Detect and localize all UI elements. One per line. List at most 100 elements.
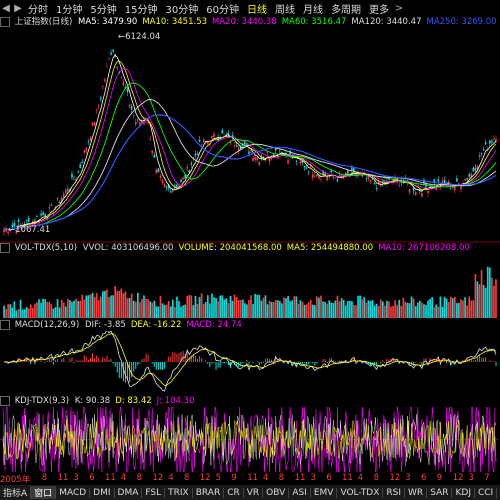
volume-bar [478,284,481,318]
toolbar-item-5[interactable]: 60分钟 [202,1,243,16]
volume-legend: VOL-TDX(5,10) VVOL: 403106496.00 VOLUME: … [0,242,500,254]
volume-bar [106,289,108,318]
candle-body [408,189,411,193]
indicator-tab-17[interactable]: KDJ [452,487,475,498]
volume-bar [359,295,361,318]
indicator-tab-14[interactable]: RSI [383,487,406,498]
volume-bar [394,300,396,318]
candle-body [180,179,182,182]
candle-body [93,122,96,126]
volume-chart[interactable] [0,254,500,318]
date-axis: 2005年 8 11 3 6 11 4 8 12 4 8 12 5 9 11 4 8 11 3 6 11 4 8 12 3 6 9 1… [0,473,500,485]
kdj-legend-item-2: J: 104.30 [156,396,195,406]
toolbar-right-arrow-icon[interactable]: ▶ [12,3,24,14]
toolbar-item-6[interactable]: 日线 [243,1,271,16]
volume-bar [421,302,423,318]
volume-bar [456,303,458,318]
volume-bar [491,277,493,318]
kdj-panel-menu-icon[interactable] [0,395,10,406]
toolbar-more-arrow-icon[interactable]: > [393,3,405,14]
candle-body [99,97,102,100]
candle-body [198,139,201,142]
macd-panel-menu-icon[interactable] [0,319,10,330]
candle-body [48,207,51,209]
volume-bar [258,294,261,318]
indicator-tab-bar: 指标A 窗口 MACD DMI DMA FSL TRIX BRAR CR VR OBV ASI EMV V… [0,485,500,500]
volume-bar [250,295,252,318]
high-price-annotation: ←6124.04 [118,32,160,42]
candle-body [137,119,139,121]
indicator-tab-2[interactable]: MACD [56,487,91,498]
toolbar-item-2[interactable]: 5分钟 [86,1,120,16]
candle-body [17,220,20,222]
candle-body [87,141,90,142]
volume-bar [291,300,294,318]
indicator-tab-3[interactable]: DMI [90,487,115,498]
indicator-tab-12[interactable]: EMV [311,487,338,498]
volume-legend-item-1: VOLUME: 204041568.00 [178,243,282,253]
volume-bar [15,310,18,318]
macd-chart[interactable] [0,331,500,393]
moving-average-line [3,54,497,231]
candle-body [116,66,119,69]
volume-bar [42,298,44,318]
volume-bar [355,305,357,318]
indicator-tab-9[interactable]: VR [244,487,264,498]
toolbar-item-10[interactable]: 更多 [365,1,393,16]
kdj-chart[interactable] [0,407,500,472]
indicator-tab-10[interactable]: OBV [263,487,290,498]
indicator-tab-18[interactable]: CCI [475,487,498,498]
toolbar-item-1[interactable]: 1分钟 [52,1,86,16]
candle-body [480,153,483,155]
candle-body [40,213,42,216]
price-chart[interactable]: ←6124.04 ←1067.41 [0,28,500,241]
volume-bar [281,303,283,318]
candle-body [120,77,123,78]
toolbar-item-3[interactable]: 15分钟 [121,1,162,16]
price-panel-menu-icon[interactable] [0,16,10,27]
toolbar-item-4[interactable]: 30分钟 [161,1,202,16]
volume-bar [287,296,289,318]
candle-body [110,52,112,55]
volume-bar [427,300,429,318]
moving-average-line [3,67,497,231]
price-legend: 上证指数(日线) MA5: 3479.90 MA10: 3451.53 MA20: … [0,16,500,28]
date-label: 9 [231,473,237,483]
indicator-tab-4[interactable]: DMA [115,487,143,498]
indicator-tab-15[interactable]: WR [405,487,428,498]
volume-bar [453,297,456,318]
volume-bar [157,306,160,318]
indicator-tab-13[interactable]: VOL-TDX [337,487,384,498]
indicator-tab-7[interactable]: BRAR [193,487,225,498]
volume-bar [338,301,341,318]
date-label: 6 [89,473,95,483]
indicator-tab-11[interactable]: ASI [289,487,311,498]
candle-body [398,185,401,186]
indicator-tab-5[interactable]: FSL [142,487,166,498]
indicator-tab-8[interactable]: CR [224,487,244,498]
date-label: 11 [342,473,353,483]
volume-bar [229,295,232,318]
candle-body [149,139,151,141]
volume-bar [307,302,310,318]
volume-bar [58,307,61,318]
toolbar-item-7[interactable]: 周线 [271,1,299,16]
toolbar-left-arrow-icon[interactable]: ◀ [0,3,12,14]
candle-body [190,163,193,165]
candle-body [182,177,184,180]
toolbar-item-9[interactable]: 多周期 [327,1,365,16]
volume-bar [46,301,49,318]
volume-bar [23,309,26,318]
volume-bar [120,288,123,318]
stock-chart-window: ◀ ▶ 分时 1分钟 5分钟 15分钟 30分钟 60分钟 日线 周线 月线 多周期 更多 > ←6… [0,0,500,500]
toolbar-item-0[interactable]: 分时 [24,1,52,16]
volume-panel-menu-icon[interactable] [0,242,10,253]
indicator-tab-6[interactable]: TRIX [165,487,193,498]
candle-body [472,167,475,172]
toolbar-item-8[interactable]: 月线 [299,1,327,16]
candle-body [83,150,86,153]
indicator-tab-0[interactable]: 指标A [0,486,32,499]
indicator-tab-16[interactable]: SAR [427,487,453,498]
indicator-tab-1[interactable]: 窗口 [31,486,57,499]
volume-bar [406,302,409,318]
